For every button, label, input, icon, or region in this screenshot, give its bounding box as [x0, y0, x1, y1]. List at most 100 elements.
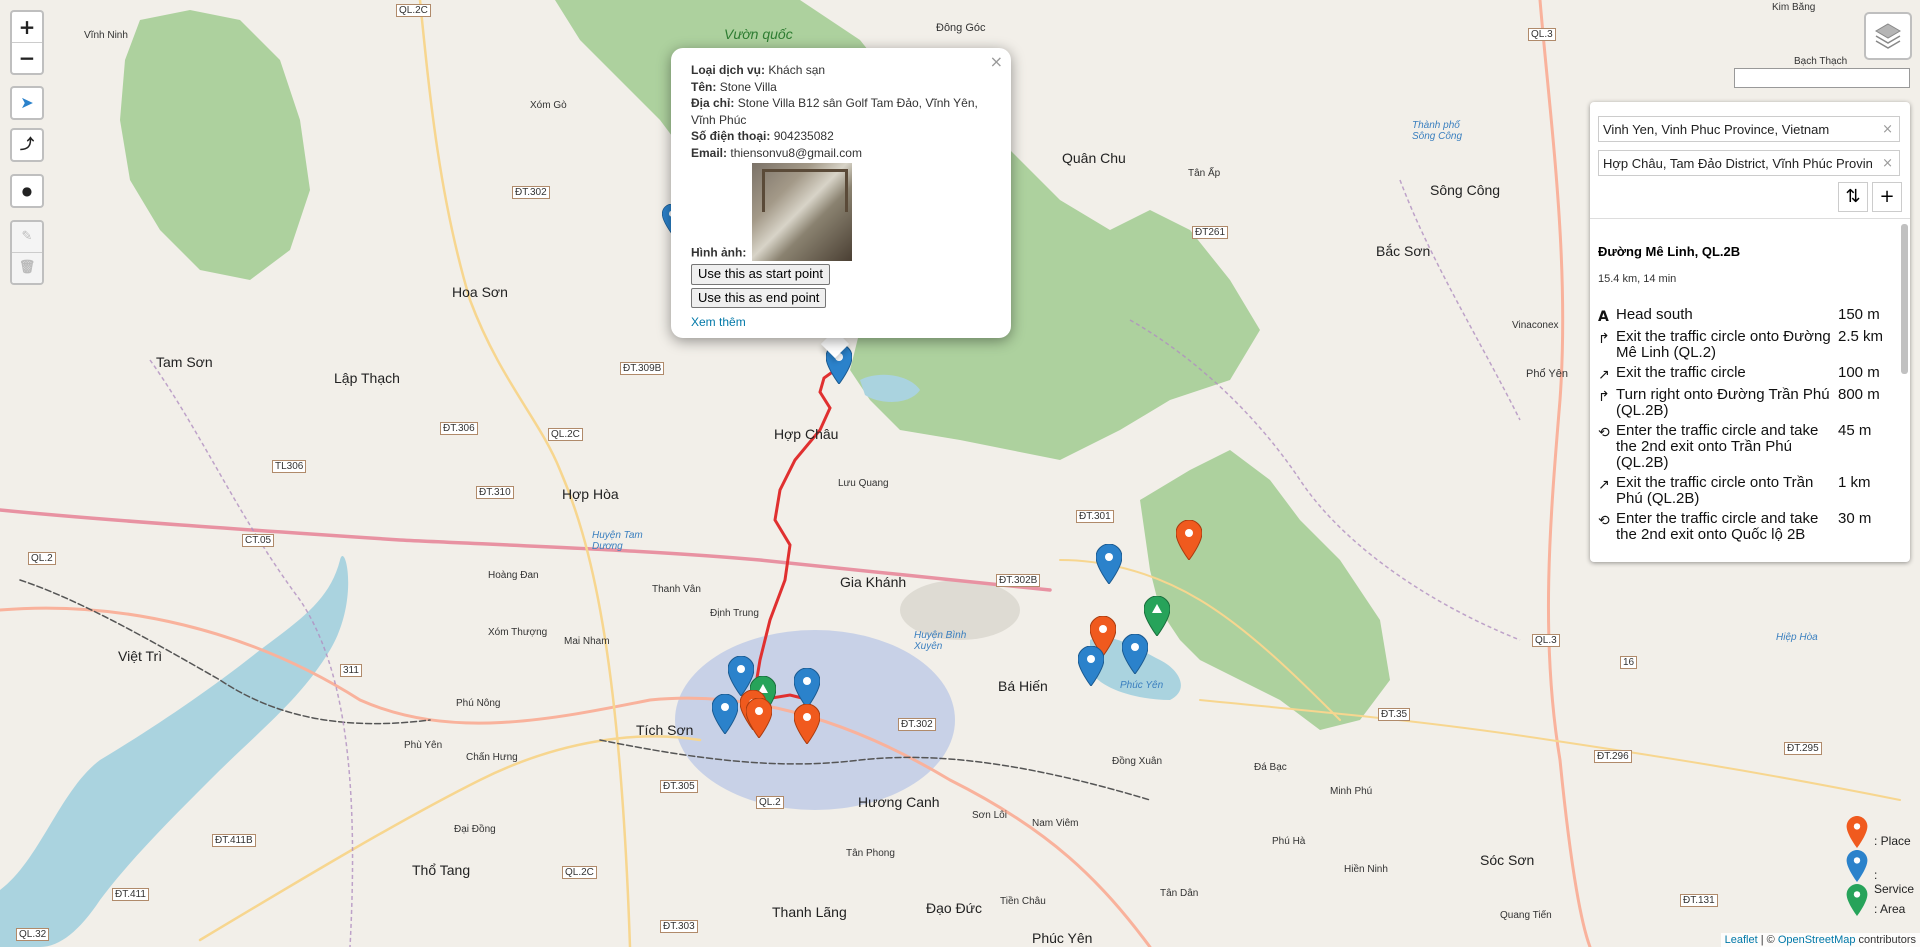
road-shield: ĐT.309B [620, 362, 665, 375]
instruction-row[interactable]: ↗ Exit the traffic circle onto Trần Phú (… [1598, 475, 1888, 507]
locate-icon[interactable]: ➤ [12, 88, 42, 118]
road-shield: ĐT.411B [212, 834, 256, 847]
add-waypoint-button[interactable]: + [1872, 182, 1902, 212]
road-shield: ĐT.302 [512, 186, 550, 199]
road-shield: ĐT.305 [660, 780, 698, 793]
map-marker-service[interactable] [794, 668, 820, 708]
road-shield: ĐT.303 [660, 920, 698, 933]
legend-label: : Area [1874, 902, 1906, 916]
instruction-row[interactable]: ↱ Exit the traffic circle onto Đường Mê L… [1598, 329, 1888, 361]
edit-control: ✎ 🗑 [10, 220, 44, 285]
map-marker-place[interactable] [794, 704, 820, 744]
road-shield: ĐT.411 [112, 888, 149, 901]
road-shield: QL.2C [548, 428, 583, 441]
map-marker-area[interactable] [1144, 596, 1170, 636]
map-label: Vườn quốc [724, 26, 793, 42]
divider [1590, 218, 1910, 219]
reverse-waypoints-button[interactable]: ⇅ [1838, 182, 1868, 212]
road-shield: ĐT.302 [898, 718, 936, 731]
map-label: Quân Chu [1062, 150, 1126, 166]
road-shield: ĐT.131 [1680, 894, 1718, 907]
search-input[interactable] [1734, 68, 1910, 88]
edit-icon[interactable]: ✎ [12, 222, 42, 253]
close-icon[interactable]: × [990, 52, 1003, 71]
map-marker-place[interactable] [746, 698, 772, 738]
road-shield: QL.3 [1528, 28, 1556, 41]
route-icon[interactable]: ⤴ [12, 130, 42, 160]
map-label: Đông Góc [936, 22, 986, 34]
map-label: Vinaconex [1512, 320, 1559, 331]
trash-icon[interactable]: 🗑 [12, 253, 42, 283]
road-shield: ĐT.306 [440, 422, 478, 435]
map-label: Phúc Yên [1120, 680, 1164, 691]
scrollbar[interactable] [1901, 224, 1908, 374]
route-summary: Đường Mê Linh, QL.2B 15.4 km, 14 min [1598, 244, 1740, 285]
instruction-distance: 1 km [1838, 474, 1871, 491]
road-shield: QL.2 [28, 552, 56, 565]
map-marker-service[interactable] [1096, 544, 1122, 584]
legend-item: : Place [1834, 814, 1920, 848]
waypoint-start-input[interactable]: Vinh Yen, Vinh Phuc Province, Vietnam × [1598, 116, 1900, 142]
leaflet-link[interactable]: Leaflet [1725, 934, 1758, 946]
route-control: ⤴ [10, 128, 44, 162]
map-label: Sơn Lôi [972, 810, 1007, 821]
map-pin-icon[interactable]: ● [12, 176, 42, 206]
legend-marker-icon [1846, 850, 1868, 882]
map-marker-service[interactable] [1078, 646, 1104, 686]
popup-field-label: Tên: [691, 79, 717, 94]
map-label: Phổ Yên [1526, 368, 1569, 380]
popup-name: Stone Villa [719, 79, 777, 94]
waypoint-end-value: Hợp Châu, Tam Đảo District, Vĩnh Phúc Pr… [1603, 156, 1873, 171]
legend-label: : Place [1874, 834, 1911, 848]
road-shield: 311 [340, 664, 362, 677]
clear-end-icon[interactable]: × [1882, 151, 1893, 175]
map-label: Mai Nham [564, 636, 610, 647]
layers-control[interactable] [1864, 12, 1912, 60]
instruction-row[interactable]: A Head south 150 m [1598, 307, 1888, 326]
start-point-button[interactable]: Use this as start point [691, 264, 830, 285]
instruction-distance: 800 m [1838, 386, 1880, 403]
map-label: Đồng Xuân [1112, 756, 1163, 767]
instruction-row[interactable]: ↱ Turn right onto Đường Trần Phú (QL.2B) 8… [1598, 387, 1888, 419]
map-marker-place[interactable] [1176, 520, 1202, 560]
popup-field-label: Hình ảnh: [691, 245, 747, 260]
map-label: Hiệp Hòa [1776, 632, 1818, 643]
instruction-text: Exit the traffic circle onto Trần Phú (Q… [1616, 474, 1814, 507]
osm-link[interactable]: OpenStreetMap [1778, 934, 1856, 946]
road-shield: ĐT.35 [1378, 708, 1411, 721]
map-label: Bắc Sơn [1376, 243, 1431, 259]
end-point-button[interactable]: Use this as end point [691, 287, 827, 308]
zoom-out-button[interactable]: − [12, 43, 42, 73]
locate-control: ➤ [10, 86, 44, 120]
instruction-row[interactable]: ⟲ Enter the traffic circle and take the 2… [1598, 423, 1888, 471]
map-marker-service[interactable] [712, 694, 738, 734]
map-label: Hoa Sơn [452, 284, 508, 300]
popup-field-label: Địa chỉ: [691, 96, 735, 110]
instruction-text: Exit the traffic circle onto Đường Mê Li… [1616, 328, 1831, 361]
turn-direction-icon: ⟲ [1598, 425, 1610, 441]
road-shield: TL306 [272, 460, 307, 473]
road-shield: CT.05 [242, 534, 275, 547]
attribution: Leaflet | © OpenStreetMap contributors [1720, 933, 1920, 947]
zoom-in-button[interactable]: + [12, 12, 42, 43]
see-more-link[interactable]: Xem thêm [691, 314, 746, 331]
waypoint-end-input[interactable]: Hợp Châu, Tam Đảo District, Vĩnh Phúc Pr… [1598, 150, 1900, 176]
route-name: Đường Mê Linh, QL.2B [1598, 244, 1741, 259]
map-label: Tam Sơn [156, 354, 213, 370]
instruction-distance: 45 m [1838, 422, 1872, 439]
road-shield: ĐT.296 [1594, 750, 1632, 763]
clear-start-icon[interactable]: × [1882, 117, 1893, 141]
map-label: Hiền Ninh [1344, 864, 1388, 875]
map-label: Nam Viêm [1032, 818, 1079, 829]
layers-icon [1875, 23, 1901, 49]
popup-photo [752, 163, 853, 261]
map-label: Xóm Thượng [488, 627, 548, 638]
route-distance: 15.4 km, 14 min [1598, 273, 1677, 285]
instruction-row[interactable]: ⟲ Enter the traffic circle and take the 2… [1598, 511, 1888, 543]
road-shield: QL.2C [562, 866, 597, 879]
instruction-row[interactable]: ↗ Exit the traffic circle 100 m [1598, 365, 1888, 384]
turn-direction-icon: ↱ [1598, 331, 1610, 347]
legend: : Place: Service: Area [1834, 814, 1920, 916]
popup-phone: 904235082 [773, 129, 834, 143]
map-marker-service[interactable] [1122, 634, 1148, 674]
